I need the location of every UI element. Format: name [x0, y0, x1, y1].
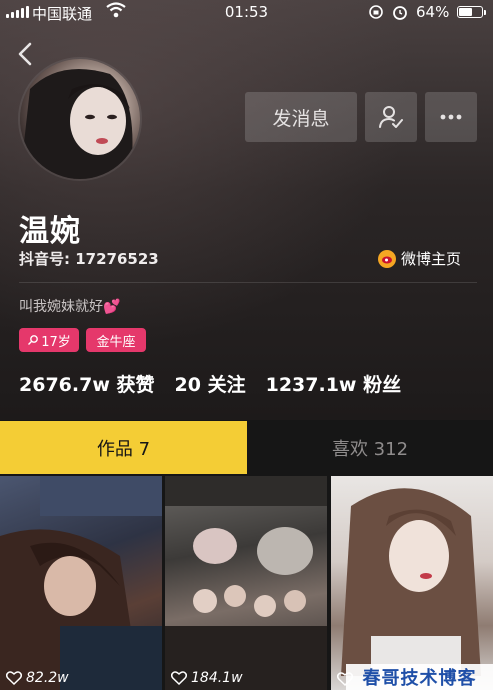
- battery-percent: 64%: [416, 3, 450, 21]
- tab-works[interactable]: 作品 7: [0, 421, 247, 474]
- status-bar: 中国联通 01:53 64%: [0, 0, 493, 24]
- battery-tip: [484, 10, 486, 15]
- weibo-icon: [378, 249, 396, 268]
- fans-stat[interactable]: 1237.1w 粉丝: [266, 370, 402, 397]
- profile-stats: 2676.7w 获赞 20 关注 1237.1w 粉丝: [19, 370, 401, 397]
- rotation-lock-icon: [369, 5, 383, 19]
- play-count-value: 82.2w: [26, 670, 69, 686]
- avatar-photo: [20, 69, 133, 179]
- weibo-homepage-link[interactable]: 微博主页: [378, 248, 461, 269]
- following-count: 20: [174, 374, 201, 396]
- play-count: 184.1w: [171, 670, 243, 686]
- likes-stat[interactable]: 2676.7w 获赞: [19, 370, 155, 397]
- more-icon: [440, 114, 462, 120]
- profile-divider: [19, 282, 477, 283]
- bio-text: 叫我婉妹就好: [19, 299, 103, 315]
- play-count: 82.2w: [6, 670, 69, 686]
- age-tag: 17岁: [19, 328, 79, 352]
- back-icon[interactable]: [14, 40, 36, 68]
- bio-emoji: 💕: [103, 299, 121, 315]
- video-thumbnail-image: [0, 476, 162, 690]
- alarm-icon: [393, 6, 407, 20]
- play-count-value: 184.1w: [191, 670, 243, 686]
- more-options-button[interactable]: [425, 92, 477, 142]
- likes-count: 2676.7w: [19, 374, 110, 396]
- video-thumbnail[interactable]: 184.1w: [165, 476, 327, 690]
- video-thumbnail-image: [341, 488, 481, 690]
- female-icon: [28, 335, 39, 345]
- profile-name: 温婉: [19, 214, 81, 249]
- heart-icon: [6, 671, 22, 685]
- video-thumbnail-image: [165, 476, 327, 690]
- bio: 叫我婉妹就好💕: [19, 296, 120, 316]
- video-thumbnail[interactable]: [331, 476, 493, 690]
- age-label: 17岁: [41, 334, 71, 350]
- following-label: 关注: [207, 374, 246, 396]
- tab-likes[interactable]: 喜欢 312: [247, 421, 493, 474]
- heart-icon: [171, 671, 187, 685]
- following-stat[interactable]: 20 关注: [175, 370, 246, 397]
- zodiac-tag: 金牛座: [86, 328, 146, 352]
- watermark: 春哥技术博客: [346, 664, 493, 690]
- video-thumbnail[interactable]: 82.2w: [0, 476, 162, 690]
- battery-icon: [457, 6, 483, 18]
- avatar[interactable]: [20, 59, 140, 179]
- fans-count: 1237.1w: [265, 374, 357, 396]
- fans-label: 粉丝: [363, 374, 402, 396]
- user-check-icon: [379, 106, 403, 128]
- battery-level: [459, 8, 472, 16]
- likes-label: 获赞: [116, 374, 155, 396]
- douyin-id: 抖音号: 17276523: [19, 250, 159, 268]
- send-message-button[interactable]: 发消息: [245, 92, 357, 142]
- weibo-link-label: 微博主页: [401, 250, 462, 268]
- follow-button[interactable]: [365, 92, 417, 142]
